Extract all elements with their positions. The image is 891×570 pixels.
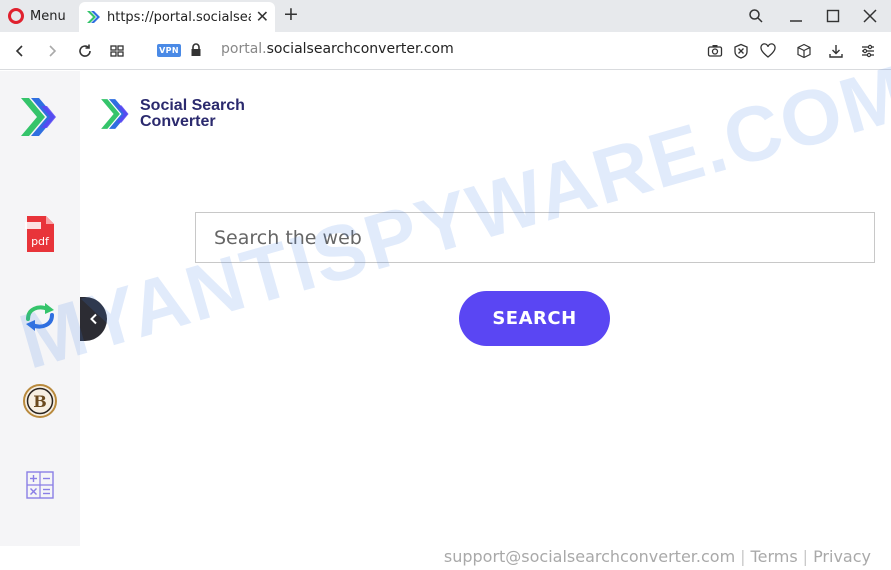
minimize-icon[interactable] [786,6,806,26]
chevron-left-icon [89,313,97,325]
brand-logo[interactable]: Social Search Converter [98,96,245,132]
close-window-icon[interactable] [860,6,880,26]
search-input[interactable] [195,212,875,263]
bookmark-heart-icon[interactable] [759,42,777,60]
tab-close-icon[interactable]: ✕ [256,9,269,25]
bitcoin-icon-label: B [33,392,47,411]
footer-divider: | [740,547,746,566]
footer: support@socialsearchconverter.com | Term… [444,547,871,566]
brand-name-line2: Converter [140,113,216,130]
lock-icon[interactable] [189,42,203,58]
bitcoin-icon: B [23,384,57,418]
tab-title: https://portal.socialsearchconverter.com [107,9,251,25]
speed-dial-icon[interactable] [107,41,127,61]
vpn-badge[interactable]: VPN [157,44,181,57]
tab-bar: Menu https://portal.socialsearchconverte… [0,0,891,32]
pdf-icon: pdf [25,216,54,252]
url-prefix: portal. [221,41,267,57]
sidebar-item-calculator[interactable] [16,461,64,509]
back-icon[interactable] [10,41,30,61]
opera-logo-icon [8,8,24,24]
url-field[interactable]: portal.socialsearchconverter.com [221,41,454,57]
menu-label: Menu [30,8,66,24]
pdf-icon-label: pdf [31,235,50,248]
tab-search-icon[interactable] [746,6,766,26]
downloads-icon[interactable] [827,42,845,60]
browser-tab[interactable]: https://portal.socialsearchconverter.com… [79,2,275,32]
calculator-icon [26,471,54,499]
opera-menu-button[interactable]: Menu [8,6,66,26]
site-favicon-icon [87,11,100,23]
snapshot-icon[interactable] [706,42,724,60]
brand-chevron-icon [101,99,129,129]
search-button[interactable]: SEARCH [459,291,610,346]
address-bar: VPN portal.socialsearchconverter.com [0,32,891,70]
footer-divider: | [802,547,809,566]
brand-chevron-icon [21,98,56,136]
footer-privacy-link[interactable]: Privacy [813,547,871,566]
easy-setup-icon[interactable] [859,42,877,60]
footer-support-email[interactable]: support@socialsearchconverter.com [444,547,735,566]
ad-blocker-icon[interactable] [732,42,750,60]
forward-icon[interactable] [42,41,62,61]
brand-name-line1: Social Search [140,97,245,114]
maximize-icon[interactable] [823,6,843,26]
new-tab-icon[interactable]: + [283,5,299,24]
sidebar-item-logo[interactable] [16,93,64,141]
swap-arrows-icon [26,303,54,331]
url-domain: socialsearchconverter.com [266,41,454,57]
sidebar-item-bitcoin[interactable]: B [16,377,64,425]
sidebar-collapse-button[interactable] [80,297,107,341]
sidebar: pdf B [0,71,80,546]
reload-icon[interactable] [75,41,95,61]
extensions-cube-icon[interactable] [795,42,813,60]
sidebar-item-pdf[interactable]: pdf [16,210,64,258]
sidebar-item-converter[interactable] [16,293,64,341]
footer-terms-link[interactable]: Terms [751,547,798,566]
brand-name: Social Search Converter [140,98,245,130]
